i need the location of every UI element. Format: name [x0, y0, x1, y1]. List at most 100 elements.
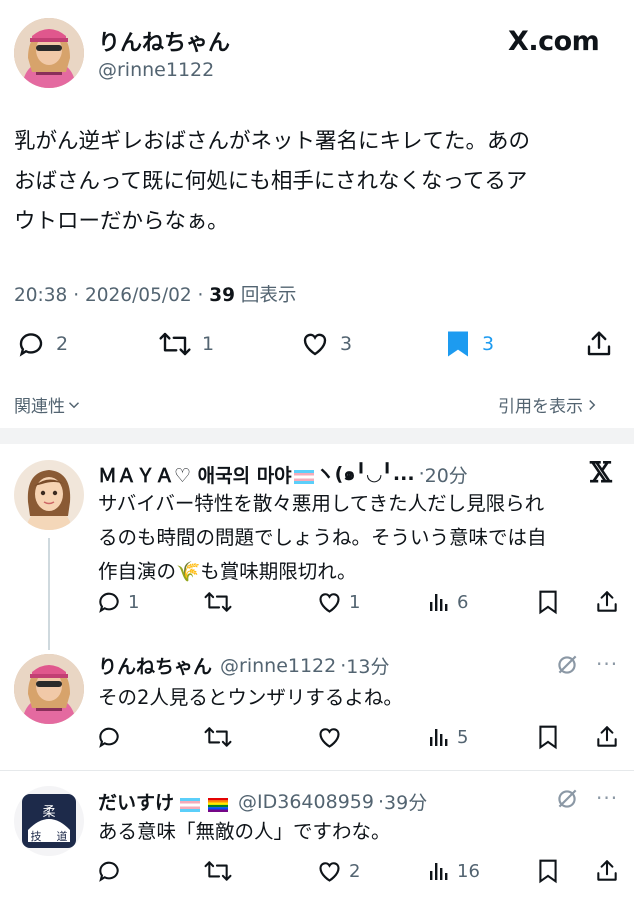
heart-icon	[319, 592, 340, 613]
reply-views-button[interactable]: 6	[427, 587, 468, 617]
reply-time[interactable]: 13分	[346, 652, 389, 679]
reply-bookmark-button[interactable]	[536, 722, 560, 752]
reply-button[interactable]: 2	[16, 328, 68, 360]
bookmark-button[interactable]: 3	[444, 328, 494, 360]
share-icon	[597, 726, 617, 747]
heart-icon	[319, 727, 340, 748]
grok-icon[interactable]	[554, 652, 580, 682]
reply-like-button[interactable]: 2	[316, 856, 360, 886]
heart-icon	[319, 861, 340, 882]
bookmark-outline-icon	[539, 725, 557, 750]
reply-reply-count: 1	[128, 591, 140, 613]
post-text-line: 乳がん逆ギレおばさんがネット署名にキレてた。あの	[14, 129, 531, 154]
reply-avatar[interactable]: 柔 技 道	[14, 786, 84, 856]
view-label: 回表示	[240, 285, 297, 306]
reply-view-count: 16	[457, 860, 480, 882]
reply-like-button[interactable]	[316, 722, 343, 752]
reply-views-button[interactable]: 5	[427, 722, 468, 752]
post-time[interactable]: 20:38	[14, 285, 67, 306]
trans-flag-icon	[180, 795, 201, 812]
more-options-icon[interactable]: ···	[596, 652, 618, 676]
repost-icon	[204, 727, 232, 747]
bookmark-icon	[448, 331, 468, 357]
post-meta: 20:38 · 2026/05/02 · 39 回表示	[14, 285, 297, 306]
reply-author-handle[interactable]: @rinne1122	[220, 655, 336, 677]
reply-author-name-suffix: ヽ(๑╹◡╹...	[315, 463, 415, 485]
reply-author-name[interactable]: りんねちゃん	[98, 652, 212, 679]
reply-author-name[interactable]: ＭＡＹＡ♡ 애국의 마야	[98, 461, 292, 488]
rainbow-flag-icon	[208, 795, 229, 812]
view-quotes-link[interactable]: 引用を表示	[498, 392, 601, 417]
reply-reply-button[interactable]	[96, 856, 122, 886]
share-button[interactable]	[584, 328, 614, 360]
reply-reply-button[interactable]	[96, 722, 122, 752]
thread-line	[48, 538, 50, 650]
reply-avatar[interactable]	[14, 654, 84, 724]
reply-like-count: 1	[349, 591, 361, 613]
reply-views-button[interactable]: 16	[427, 856, 480, 886]
bookmark-outline-icon	[539, 859, 557, 884]
reply-text-line: サバイバー特性を散々悪用してきた人だし見限られ	[98, 492, 545, 515]
reply-text-line: 作自演の🌾も賞味期限切れ。	[98, 560, 357, 583]
reply-header: だいすけ @ID36408959 · 39分	[98, 788, 427, 815]
sort-relevance-dropdown[interactable]: 関連性	[14, 392, 83, 417]
relevance-label: 関連性	[14, 397, 65, 417]
post-text-line: おばさんって既に何処にも相手にされなくなってるア	[14, 169, 528, 194]
grok-icon[interactable]	[554, 786, 580, 816]
more-options-icon[interactable]: ···	[596, 786, 618, 810]
reply-like-button[interactable]: 1	[316, 587, 360, 617]
repost-count: 1	[202, 333, 215, 355]
repost-icon	[204, 861, 232, 881]
reply-header: ＭＡＹＡ♡ 애국의 마야 ヽ(๑╹◡╹... · 20分	[98, 459, 468, 489]
reply-icon	[99, 592, 119, 613]
like-button[interactable]: 3	[300, 328, 352, 360]
reply-author-name[interactable]: だいすけ	[98, 788, 174, 815]
chevron-down-icon	[68, 401, 80, 408]
like-count: 3	[340, 333, 353, 355]
reply-like-count: 2	[349, 860, 361, 882]
reply-author-handle[interactable]: @ID36408959	[238, 791, 374, 813]
reply-text: ある意味「無敵の人」ですわな。	[98, 815, 618, 849]
reply-divider	[0, 770, 634, 771]
reply-share-button[interactable]	[594, 722, 620, 752]
reply-share-button[interactable]	[594, 856, 620, 886]
reply-text-line: ある意味「無敵の人」ですわな。	[98, 820, 391, 843]
views-icon	[430, 729, 448, 746]
reply-repost-button[interactable]	[203, 587, 233, 617]
heart-icon	[303, 333, 327, 356]
view-count: 39	[209, 285, 236, 306]
svg-text:道: 道	[57, 829, 68, 843]
reply-icon	[99, 861, 119, 882]
share-icon	[597, 591, 617, 612]
reply-time[interactable]: 39分	[384, 788, 427, 815]
reply-bookmark-button[interactable]	[536, 856, 560, 886]
trans-flag-icon	[293, 467, 314, 484]
reply-time[interactable]: 20分	[425, 461, 468, 488]
reply-count: 2	[56, 333, 69, 355]
repost-icon	[159, 332, 191, 356]
views-icon	[430, 594, 448, 611]
reply-reply-button[interactable]: 1	[96, 587, 139, 617]
reply-repost-button[interactable]	[203, 722, 233, 752]
svg-text:柔: 柔	[42, 805, 55, 820]
bookmark-count: 3	[482, 333, 495, 355]
author-handle[interactable]: @rinne1122	[98, 59, 214, 81]
quotes-label: 引用を表示	[498, 397, 583, 417]
reply-repost-button[interactable]	[203, 856, 233, 886]
author-name[interactable]: りんねちゃん	[98, 25, 230, 57]
share-icon	[587, 331, 611, 356]
chevron-right-icon	[589, 399, 596, 410]
bookmark-outline-icon	[539, 590, 557, 615]
reply-share-button[interactable]	[594, 587, 620, 617]
reply-icon	[19, 333, 43, 357]
post-text: 乳がん逆ギレおばさんがネット署名にキレてた。あの おばさんって既に何処にも相手に…	[14, 122, 624, 242]
reply-text: その2人見るとウンザリするよね。	[98, 681, 618, 715]
brand-logo: X.com	[508, 26, 600, 57]
views-icon	[430, 863, 448, 880]
reply-bookmark-button[interactable]	[536, 587, 560, 617]
author-avatar[interactable]	[14, 18, 84, 88]
post-text-line: ウトローだからなぁ。	[14, 209, 229, 234]
repost-button[interactable]: 1	[158, 328, 214, 360]
post-date[interactable]: 2026/05/02	[85, 285, 192, 306]
reply-avatar[interactable]	[14, 460, 84, 530]
